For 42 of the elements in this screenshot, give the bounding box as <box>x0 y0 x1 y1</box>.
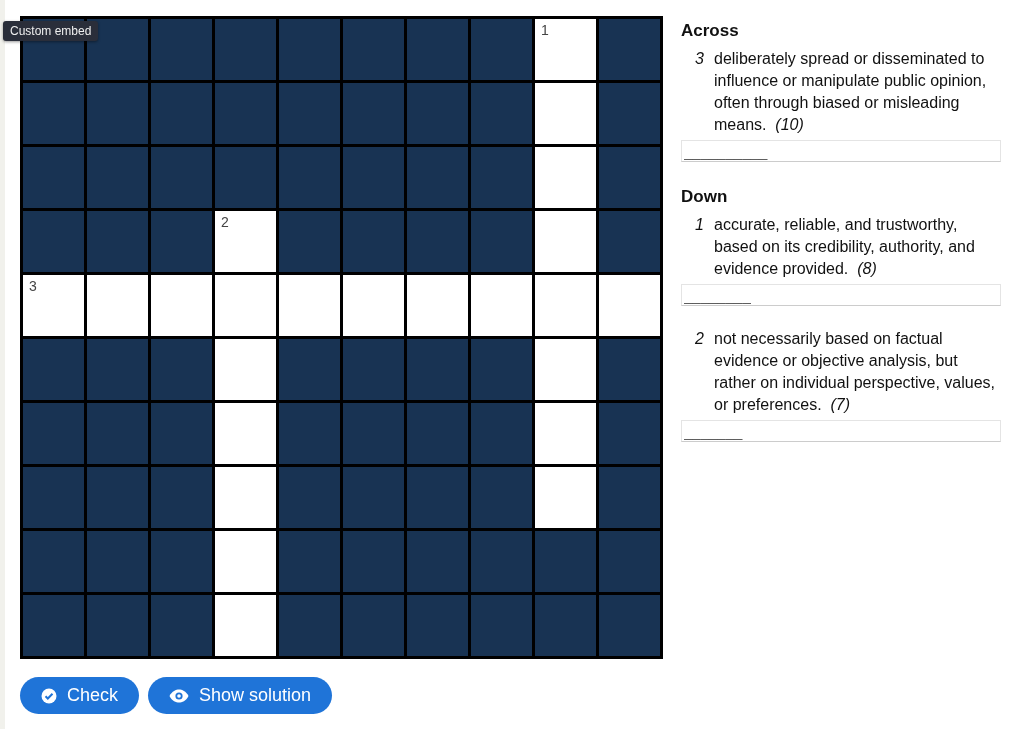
letter-cell[interactable] <box>215 403 276 464</box>
clue-number: 2 <box>221 214 229 230</box>
letter-cell[interactable] <box>215 275 276 336</box>
letter-cell[interactable] <box>215 531 276 592</box>
check-button[interactable]: Check <box>20 677 140 714</box>
letter-cell[interactable] <box>471 275 532 336</box>
letter-cell[interactable] <box>535 339 596 400</box>
check-circle-icon <box>41 687 57 704</box>
clue-text: deliberately spread or disseminated to influence or manipulate public opinion, often through biased or misleading means. (10) <box>714 49 988 135</box>
letter-cell[interactable] <box>343 275 404 336</box>
answer-field[interactable]: _______ <box>681 420 1001 442</box>
clue-number: 3 <box>29 278 37 294</box>
letter-cell[interactable] <box>535 467 596 528</box>
tooltip: Custom embed <box>3 21 99 41</box>
clue-number: 2 <box>694 329 704 349</box>
letter-cell[interactable] <box>87 275 148 336</box>
letter-cell[interactable] <box>215 595 276 656</box>
clue-text: accurate, reliable, and trustworthy, based on its credibility, authority, and evidence provided. (8) <box>714 215 976 279</box>
letter-cell[interactable] <box>535 275 596 336</box>
letter-cell[interactable] <box>215 339 276 400</box>
show-solution-button[interactable]: Show solution <box>148 677 333 714</box>
letter-cell[interactable] <box>279 275 340 336</box>
answer-field[interactable]: __________ <box>681 140 1001 162</box>
letter-cell[interactable] <box>407 275 468 336</box>
letter-cell[interactable] <box>151 275 212 336</box>
letter-cell[interactable] <box>599 275 660 336</box>
letter-cell[interactable] <box>535 83 596 144</box>
clue-text: not necessarily based on factual evidence or objective analysis, but rather on individual perspective, values, or preferences. (7) <box>714 329 997 415</box>
answer-field[interactable]: ________ <box>681 284 1001 306</box>
letter-cell[interactable] <box>535 403 596 464</box>
letter-cell[interactable] <box>535 147 596 208</box>
clue-heading: Across <box>681 20 740 42</box>
letter-cell[interactable]: 1 <box>535 19 596 80</box>
letter-cell[interactable]: 2 <box>215 211 276 272</box>
clue-number: 3 <box>694 49 704 69</box>
clue-number: 1 <box>541 22 549 38</box>
letter-cell[interactable]: 3 <box>23 275 84 336</box>
clue-number: 1 <box>694 215 704 235</box>
letter-cell[interactable] <box>215 467 276 528</box>
clue-heading: Down <box>681 186 729 208</box>
letter-cell[interactable] <box>535 211 596 272</box>
eye-icon <box>169 688 190 703</box>
